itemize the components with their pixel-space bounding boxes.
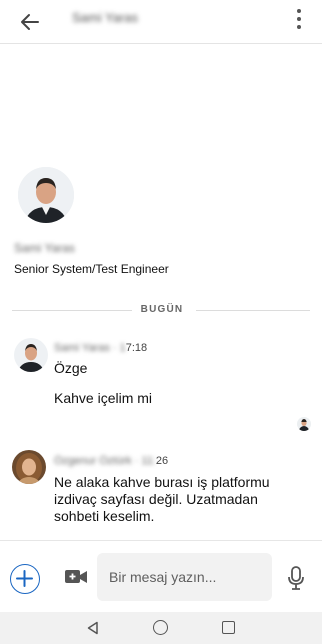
message-text: Ne alaka kahve burası iş platformu izdiv… — [54, 474, 270, 524]
plus-icon — [16, 570, 33, 587]
profile-headline: Senior System/Test Engineer — [14, 262, 169, 276]
video-plus-icon — [65, 570, 87, 583]
divider-line-left — [12, 310, 132, 311]
microphone-icon — [288, 566, 304, 590]
conversation-title[interactable]: Sami Yaras — [72, 10, 138, 25]
system-navigation-bar — [0, 612, 322, 644]
sender-avatar[interactable] — [12, 450, 46, 484]
sender-name[interactable]: Özgenur Öztürk — [54, 455, 132, 467]
triangle-back-icon — [87, 621, 98, 635]
video-call-button[interactable] — [64, 567, 88, 587]
conversation-header: Sami Yaras — [0, 0, 322, 44]
day-divider-label: BUGÜN — [140, 304, 184, 315]
message-text: Kahve içelim mi — [54, 390, 153, 406]
profile-avatar[interactable] — [18, 167, 74, 223]
system-back-button[interactable] — [86, 621, 100, 635]
sender-photo — [14, 338, 48, 372]
seen-photo — [298, 419, 310, 431]
profile-photo — [18, 167, 74, 223]
square-recents-icon[interactable] — [222, 621, 235, 634]
more-dot — [297, 25, 301, 29]
time-mask: · 11: — [134, 455, 156, 467]
voice-message-button[interactable] — [287, 565, 305, 591]
message-sender: Özgenur Öztürk · 11:26 — [54, 455, 168, 467]
seen-receipt-avatar — [297, 417, 311, 431]
sender-avatar[interactable] — [14, 338, 48, 372]
profile-name[interactable]: Sami Yaras — [14, 241, 75, 255]
circle-home-icon[interactable] — [153, 620, 168, 635]
message-text: Özge — [54, 360, 88, 376]
more-dot — [297, 17, 301, 21]
message-time: 26 — [155, 455, 169, 467]
more-options-button[interactable] — [292, 6, 306, 36]
add-attachment-button[interactable] — [10, 564, 40, 594]
back-button[interactable] — [16, 8, 44, 36]
arrow-left-icon — [21, 14, 39, 30]
time-mask: · 1 — [112, 342, 126, 354]
divider-line-right — [196, 310, 310, 311]
message-sender: Sami Yaras · 17:18 — [54, 342, 147, 354]
more-vertical-icon — [297, 9, 301, 13]
message-time: 7:18 — [125, 342, 148, 354]
sender-photo — [12, 450, 46, 484]
sender-name[interactable]: Sami Yaras — [54, 342, 110, 354]
message-input[interactable] — [97, 553, 272, 601]
